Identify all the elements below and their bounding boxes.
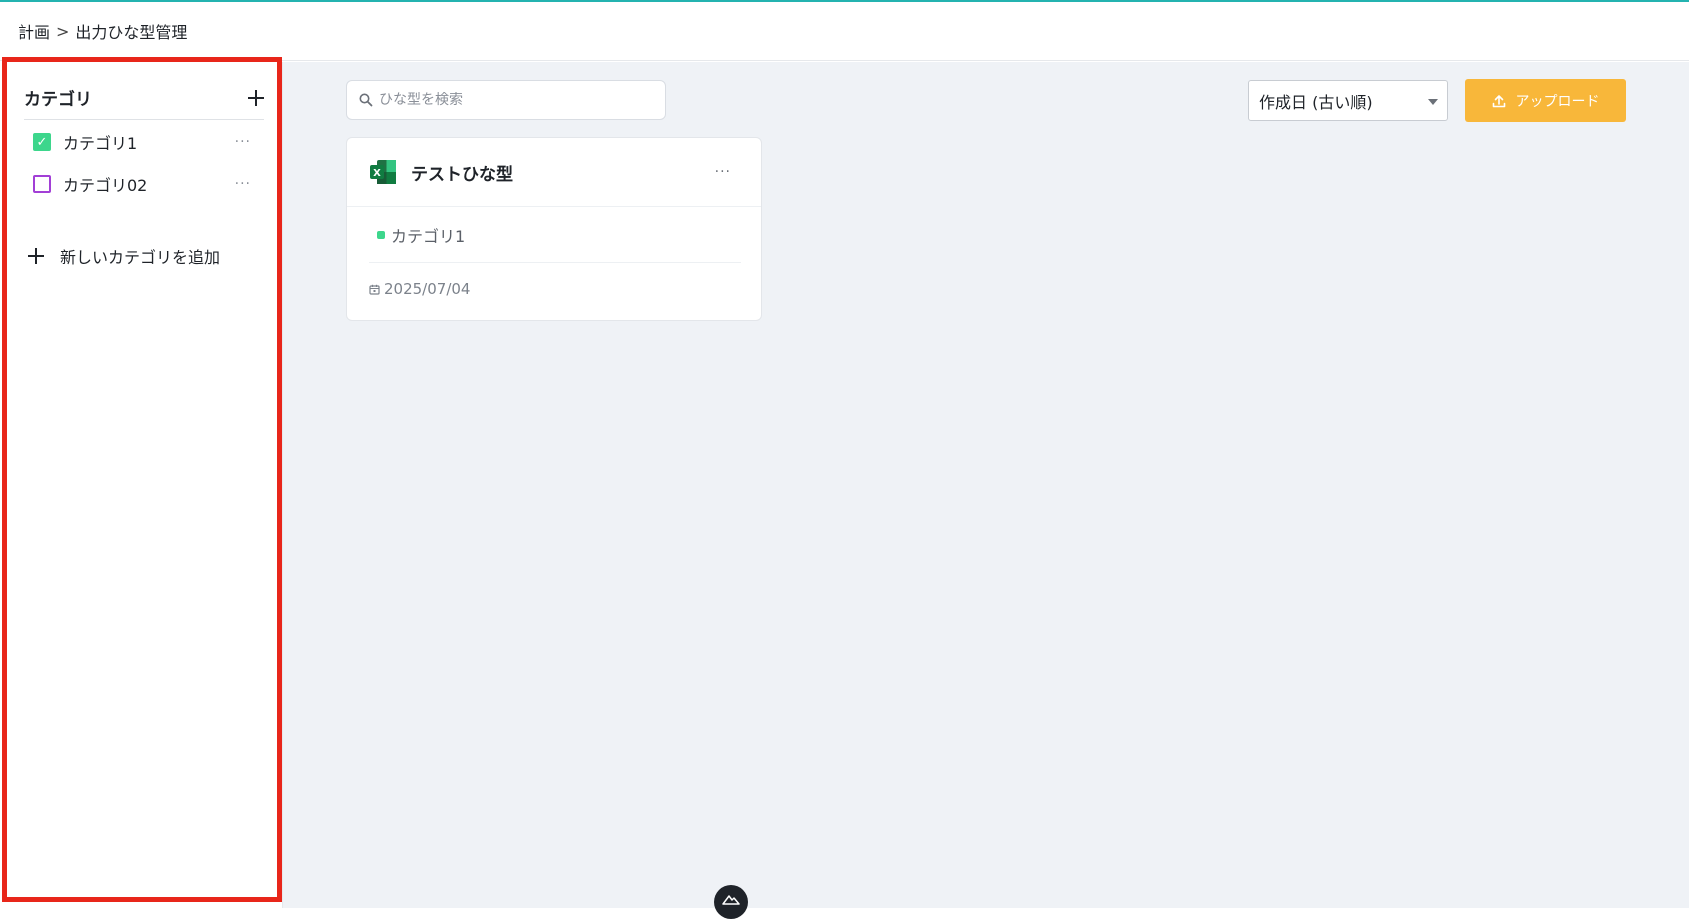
main-content: 作成日 (古い順) アップロード X テストひな型 ··· カテゴリ1 xyxy=(283,62,1689,908)
sort-select[interactable]: 作成日 (古い順) xyxy=(1248,80,1448,121)
devtools-floating-button[interactable] xyxy=(714,885,748,919)
more-options-icon[interactable]: ··· xyxy=(715,164,731,180)
add-new-category-button[interactable]: 新しいカテゴリを追加 xyxy=(28,241,220,271)
add-category-plus-icon[interactable] xyxy=(248,89,264,106)
checkbox-checked-icon[interactable]: ✓ xyxy=(33,133,51,151)
template-date-text: 2025/07/04 xyxy=(384,280,471,298)
chevron-down-icon xyxy=(1428,99,1438,105)
template-card-header: X テストひな型 ··· xyxy=(347,138,761,207)
sort-selected-value: 作成日 (古い順) xyxy=(1259,92,1373,112)
category-label: カテゴリ1 xyxy=(63,134,138,153)
template-card[interactable]: X テストひな型 ··· カテゴリ1 2025/07/04 xyxy=(346,137,762,321)
mountain-logo-icon xyxy=(722,895,740,905)
breadcrumb-item-template-management: 出力ひな型管理 xyxy=(75,23,188,42)
calendar-icon xyxy=(369,284,380,295)
plus-icon xyxy=(28,248,44,264)
more-options-icon[interactable]: ··· xyxy=(235,176,251,192)
excel-icon: X xyxy=(370,160,396,184)
checkbox-unchecked-icon[interactable] xyxy=(33,175,51,193)
sidebar-header: カテゴリ xyxy=(24,76,264,120)
category-label: カテゴリ02 xyxy=(63,176,148,195)
category-item-2[interactable]: カテゴリ02 ··· xyxy=(33,169,251,199)
upload-button[interactable]: アップロード xyxy=(1465,79,1626,122)
category-sidebar: カテゴリ ✓ カテゴリ1 ··· カテゴリ02 ··· 新しいカテゴリを追加 xyxy=(0,62,283,908)
sidebar-title: カテゴリ xyxy=(24,90,92,110)
search-icon xyxy=(359,93,373,107)
category-color-dot xyxy=(377,230,385,239)
upload-label: アップロード xyxy=(1515,93,1600,110)
search-input[interactable] xyxy=(379,92,659,108)
more-options-icon[interactable]: ··· xyxy=(235,134,251,150)
upload-icon xyxy=(1492,94,1505,107)
search-box[interactable] xyxy=(346,80,666,120)
breadcrumb-separator: > xyxy=(56,21,70,41)
add-category-label: 新しいカテゴリを追加 xyxy=(60,248,221,267)
template-date: 2025/07/04 xyxy=(369,263,761,315)
svg-text:X: X xyxy=(373,168,381,179)
template-title: テストひな型 xyxy=(411,164,513,185)
template-category-tag: カテゴリ1 xyxy=(369,207,741,263)
breadcrumb: 計画 > 出力ひな型管理 xyxy=(0,2,1689,61)
breadcrumb-item-plan[interactable]: 計画 xyxy=(18,19,50,43)
category-item-1[interactable]: ✓ カテゴリ1 ··· xyxy=(33,127,251,157)
template-category-label: カテゴリ1 xyxy=(391,226,466,246)
